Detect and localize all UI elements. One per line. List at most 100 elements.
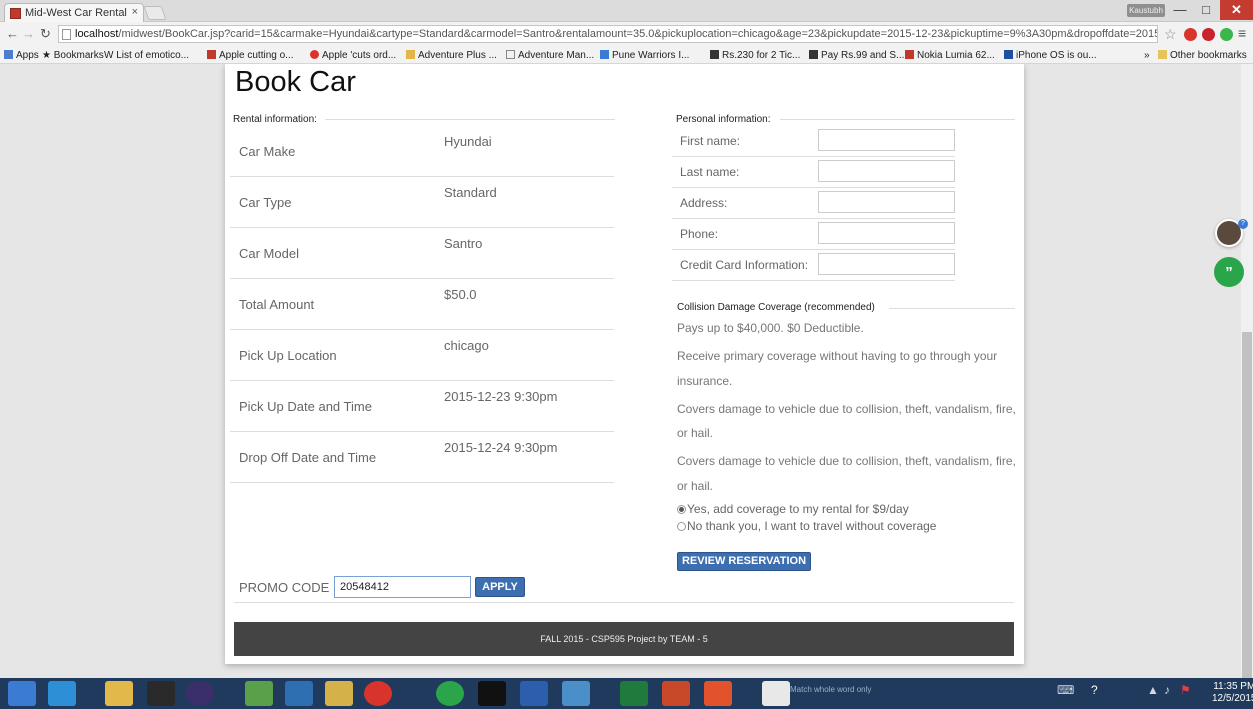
file-explorer-icon[interactable] (105, 681, 133, 706)
internet-explorer-icon[interactable] (48, 681, 76, 706)
bookmark-apple-cuts[interactable]: Apple 'cuts ord... (310, 50, 396, 61)
taskbar-clock[interactable]: 11:35 PM 12/5/2015 (1212, 681, 1253, 705)
coverage-section-label: Collision Damage Coverage (recommended) (677, 302, 875, 313)
other-bookmarks[interactable]: Other bookmarks (1158, 50, 1247, 61)
coverage-no-option[interactable]: No thank you, I want to travel without c… (677, 519, 936, 533)
coverage-yes-option[interactable]: Yes, add coverage to my rental for $9/da… (677, 502, 909, 516)
coverage-yes-radio[interactable] (677, 505, 686, 514)
wikipedia-icon: W (104, 50, 117, 61)
news-icon (809, 50, 818, 59)
rental-row-pickup-datetime: Pick Up Date and Time 2015-12-23 9:30pm (230, 381, 614, 432)
credit-card-input[interactable] (818, 253, 955, 275)
coverage-section-divider (889, 308, 1015, 309)
reload-icon[interactable]: ↻ (40, 26, 51, 42)
folder-icon (1158, 50, 1167, 59)
help-badge-icon: ? (1238, 219, 1248, 229)
coverage-text-line: Covers damage to vehicle due to collisio… (677, 402, 1016, 416)
bookmark-emoticons[interactable]: W List of emotico... (104, 50, 189, 61)
forward-arrow-icon[interactable]: → (22, 26, 35, 41)
rental-value: 2015-12-24 9:30pm (444, 440, 558, 455)
bookmark-adventure-man[interactable]: Adventure Man... (506, 50, 594, 61)
bookmark-bookmarks[interactable]: ★ Bookmarks (42, 50, 104, 61)
help-icon[interactable]: ? (1091, 683, 1098, 697)
rental-label: Total Amount (239, 297, 315, 312)
coverage-text-line: insurance. (677, 374, 733, 388)
quote-chat-icon[interactable]: ” (1214, 257, 1244, 287)
bookmark-pune-warriors[interactable]: Pune Warriors I... (600, 50, 689, 61)
minimize-icon[interactable]: — (1167, 0, 1193, 20)
bookmark-pay-rs99[interactable]: Pay Rs.99 and S... (809, 50, 904, 61)
pinterest-extension-icon[interactable] (1202, 28, 1215, 41)
bookmark-rs230[interactable]: Rs.230 for 2 Tic... (710, 50, 800, 61)
eclipse-icon[interactable] (186, 681, 214, 706)
url-host: localhost (75, 28, 119, 40)
excel-icon[interactable] (620, 681, 648, 706)
photos-icon[interactable] (245, 681, 273, 706)
volume-icon[interactable]: ♪ (1164, 683, 1170, 697)
clock-date: 12/5/2015 (1212, 693, 1253, 704)
java-icon[interactable] (762, 681, 790, 706)
new-tab-button[interactable] (143, 6, 167, 20)
sticky-notes-icon[interactable] (325, 681, 353, 706)
bookmark-iphone-os[interactable]: iPhone OS is ou... (1004, 50, 1097, 61)
address-input[interactable] (818, 191, 955, 213)
site-favicon-icon (10, 8, 21, 19)
url-input[interactable]: localhost/midwest/BookCar.jsp?carid=15&c… (58, 25, 1158, 43)
notepad-icon[interactable] (562, 681, 590, 706)
address-row: Address: (672, 188, 955, 219)
personal-section-label: Personal information: (676, 114, 771, 125)
promo-code-input[interactable]: 20548412 (334, 576, 471, 598)
browser-tab[interactable]: Mid-West Car Rental × (4, 3, 144, 22)
first-name-input[interactable] (818, 129, 955, 151)
chrome-icon[interactable] (364, 681, 392, 706)
more-bookmarks-button[interactable]: » (1144, 50, 1150, 61)
tab-title: Mid-West Car Rental (25, 7, 127, 19)
back-arrow-icon[interactable]: ← (6, 26, 19, 41)
phone-input[interactable] (818, 222, 955, 244)
rental-label: Car Model (239, 246, 299, 261)
maximize-icon[interactable]: □ (1193, 0, 1219, 20)
green-extension-icon[interactable] (1220, 28, 1233, 41)
page-icon (62, 29, 71, 40)
word-icon[interactable] (520, 681, 548, 706)
notification-icon[interactable]: ⚑ (1180, 683, 1191, 697)
coverage-no-radio[interactable] (677, 522, 686, 531)
git-icon[interactable] (704, 681, 732, 706)
coverage-text-line: Receive primary coverage without having … (677, 349, 998, 363)
windows-start-icon[interactable] (8, 681, 36, 706)
adblock-extension-icon[interactable] (1184, 28, 1197, 41)
apply-button[interactable]: APPLY (475, 577, 525, 597)
bookmark-nokia-lumia[interactable]: Nokia Lumia 62... (905, 50, 995, 61)
keyboard-icon[interactable]: ⌨ (1057, 683, 1074, 697)
coverage-text-line: Pays up to $40,000. $0 Deductible. (677, 321, 864, 335)
taskbar-search-hint: Match whole word only (790, 685, 872, 694)
command-prompt-icon[interactable] (478, 681, 506, 706)
bookmark-star-icon[interactable]: ☆ (1164, 26, 1177, 43)
home-icon[interactable] (285, 681, 313, 706)
last-name-row: Last name: (672, 157, 955, 188)
tab-close-icon[interactable]: × (132, 6, 138, 18)
profile-button[interactable]: Kaustubh (1127, 4, 1165, 17)
chrome-menu-icon[interactable]: ≡ (1238, 25, 1246, 41)
last-name-input[interactable] (818, 160, 955, 182)
rental-value: Santro (444, 236, 483, 251)
bookmark-apple-cutting[interactable]: Apple cutting o... (207, 50, 294, 61)
scrollbar-thumb[interactable] (1242, 332, 1252, 709)
hangouts-icon[interactable] (436, 681, 464, 706)
amazon-icon[interactable] (147, 681, 175, 706)
review-reservation-button[interactable]: REVIEW RESERVATION (677, 552, 811, 571)
rental-value: $50.0 (444, 287, 477, 302)
window-close-icon[interactable]: ✕ (1220, 0, 1253, 20)
credit-card-label: Credit Card Information: (680, 258, 809, 272)
rental-row-dropoff-datetime: Drop Off Date and Time 2015-12-24 9:30pm (230, 432, 614, 483)
rental-row-car-make: Car Make Hyundai (230, 126, 614, 177)
news-icon (310, 50, 319, 59)
wifi-icon[interactable]: ▲ (1147, 683, 1159, 697)
page-scrollbar[interactable] (1241, 64, 1253, 709)
rental-row-total-amount: Total Amount $50.0 (230, 279, 614, 330)
bookmark-apps[interactable]: Apps (4, 50, 39, 61)
coverage-text-line: or hail. (677, 426, 714, 440)
first-name-label: First name: (680, 134, 741, 148)
bookmark-adventure-plus[interactable]: Adventure Plus ... (406, 50, 497, 61)
powerpoint-icon[interactable] (662, 681, 690, 706)
